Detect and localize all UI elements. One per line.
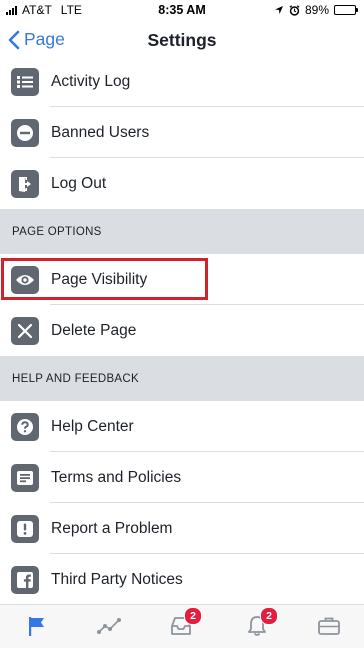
section-header-page-options: PAGE OPTIONS xyxy=(0,209,364,254)
tab-bar: 2 2 xyxy=(0,604,364,648)
page-visibility-row[interactable]: Page Visibility xyxy=(0,254,364,305)
banned-icon xyxy=(11,118,39,147)
status-bar: AT&T LTE 8:35 AM 89% xyxy=(0,0,364,20)
inbox-badge: 2 xyxy=(184,607,202,625)
row-label: Log Out xyxy=(51,174,107,192)
back-button[interactable]: Page xyxy=(8,29,65,50)
log-out-row[interactable]: Log Out xyxy=(0,158,364,209)
row-label: Third Party Notices xyxy=(51,570,183,588)
report-problem-row[interactable]: Report a Problem xyxy=(0,503,364,554)
question-icon xyxy=(11,412,39,441)
logout-icon xyxy=(11,169,39,198)
alarm-icon xyxy=(289,4,300,16)
status-right: 89% xyxy=(274,3,358,17)
settings-list: Activity Log Banned Users Log Out PAGE O… xyxy=(0,56,364,605)
tab-insights[interactable] xyxy=(96,613,122,639)
row-label: Banned Users xyxy=(51,123,150,141)
chart-icon xyxy=(97,618,121,634)
exclamation-icon xyxy=(11,514,39,543)
signal-icon xyxy=(6,5,17,15)
location-arrow-icon xyxy=(274,6,283,14)
document-icon xyxy=(11,463,39,492)
banned-users-row[interactable]: Banned Users xyxy=(0,107,364,158)
back-label: Page xyxy=(24,29,65,49)
third-party-notices-row[interactable]: Third Party Notices xyxy=(0,554,364,605)
row-label: Delete Page xyxy=(51,321,137,339)
row-label: Help Center xyxy=(51,417,134,435)
battery-percent: 89% xyxy=(304,3,329,17)
row-label: Report a Problem xyxy=(51,519,173,537)
tab-tools[interactable] xyxy=(316,613,342,639)
chevron-left-icon xyxy=(8,30,20,49)
status-left: AT&T LTE xyxy=(6,3,82,17)
row-label: Terms and Policies xyxy=(51,468,182,486)
close-icon xyxy=(11,316,39,345)
list-icon xyxy=(11,67,39,96)
section-header-help-feedback: HELP AND FEEDBACK xyxy=(0,356,364,401)
briefcase-icon xyxy=(318,617,340,635)
tab-inbox[interactable]: 2 xyxy=(168,607,202,639)
terms-policies-row[interactable]: Terms and Policies xyxy=(0,452,364,503)
activity-log-row[interactable]: Activity Log xyxy=(0,56,364,107)
battery-icon xyxy=(334,5,358,15)
tab-notifications[interactable]: 2 xyxy=(244,607,278,639)
facebook-icon xyxy=(11,565,39,594)
help-center-row[interactable]: Help Center xyxy=(0,401,364,452)
tab-page[interactable] xyxy=(24,613,50,639)
notifications-badge: 2 xyxy=(260,607,278,625)
flag-icon xyxy=(29,617,44,636)
network-label: LTE xyxy=(60,3,82,17)
eye-icon xyxy=(11,265,39,294)
row-label: Page Visibility xyxy=(51,270,148,288)
row-label: Activity Log xyxy=(51,72,131,90)
delete-page-row[interactable]: Delete Page xyxy=(0,305,364,356)
carrier-label: AT&T xyxy=(22,3,52,17)
